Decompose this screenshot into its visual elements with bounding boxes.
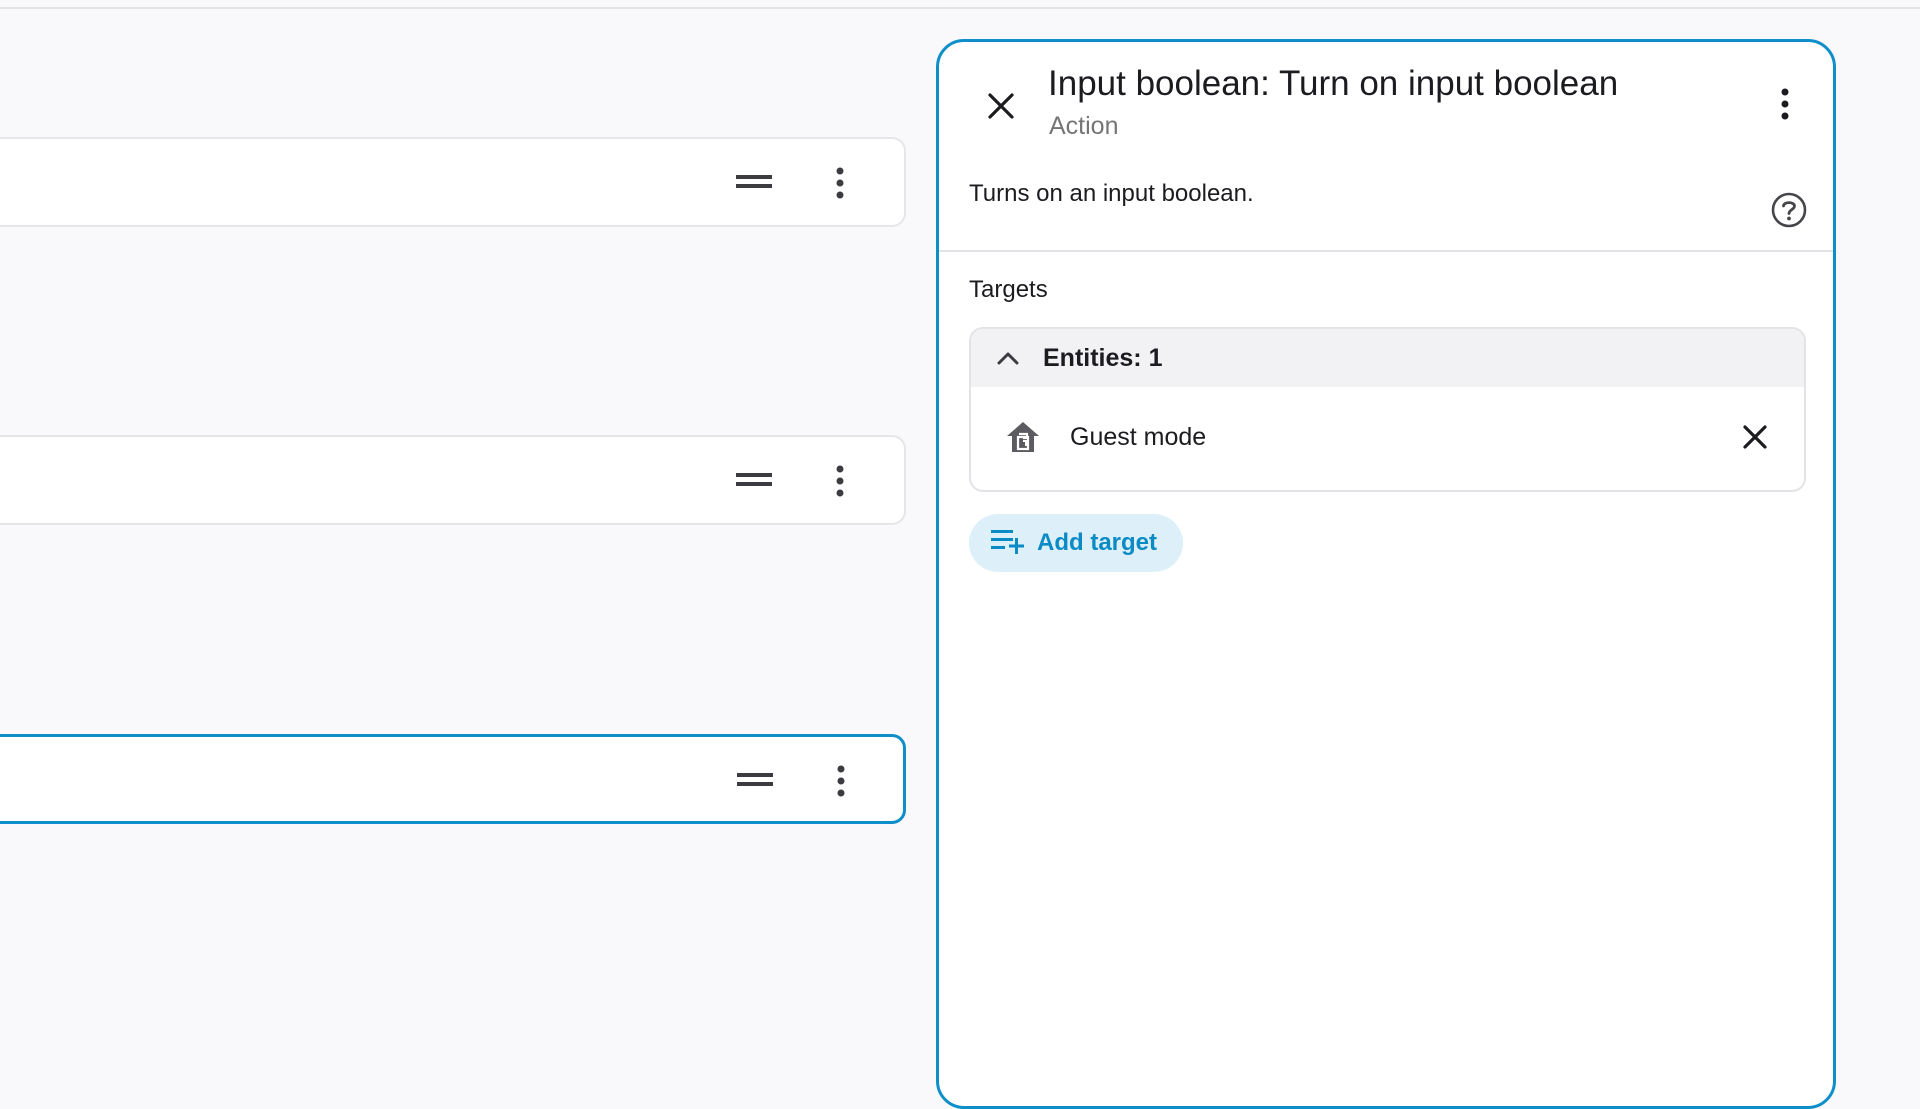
entity-name: Guest mode: [1070, 423, 1207, 451]
playlist-plus-icon: [991, 528, 1027, 559]
entities-count-label: Entities: 1: [1043, 344, 1163, 372]
entities-expander[interactable]: Entities: 1: [971, 329, 1804, 387]
action-description: Turns on an input boolean.: [969, 180, 1254, 207]
help-icon[interactable]: [1767, 188, 1811, 232]
drag-handle-icon[interactable]: [734, 169, 774, 195]
drag-handle-icon[interactable]: [735, 767, 775, 793]
action-row-card[interactable]: [0, 137, 906, 227]
entities-box: Entities: 1 Guest mode: [969, 327, 1806, 492]
row-menu-icon[interactable]: [820, 461, 860, 501]
home-account-icon: [1003, 417, 1043, 457]
remove-entity-icon[interactable]: [1735, 417, 1775, 457]
row-menu-icon[interactable]: [821, 761, 861, 801]
panel-header: Input boolean: Turn on input boolean Act…: [939, 42, 1833, 252]
chevron-up-icon[interactable]: [993, 343, 1023, 373]
targets-label: Targets: [969, 276, 1048, 303]
top-divider: [0, 0, 1920, 9]
add-target-label: Add target: [1037, 529, 1157, 556]
action-editor-panel: Input boolean: Turn on input boolean Act…: [936, 39, 1836, 1109]
add-target-button[interactable]: Add target: [969, 514, 1183, 572]
action-row-card-selected[interactable]: [0, 734, 906, 824]
row-menu-icon[interactable]: [820, 163, 860, 203]
panel-menu-icon[interactable]: [1765, 84, 1805, 124]
close-icon[interactable]: [977, 82, 1025, 130]
drag-handle-icon[interactable]: [734, 467, 774, 493]
panel-subtitle: Action: [1049, 112, 1119, 140]
entity-item[interactable]: Guest mode: [971, 387, 1804, 490]
action-row-card[interactable]: [0, 435, 906, 525]
panel-title: Input boolean: Turn on input boolean: [1048, 64, 1619, 103]
